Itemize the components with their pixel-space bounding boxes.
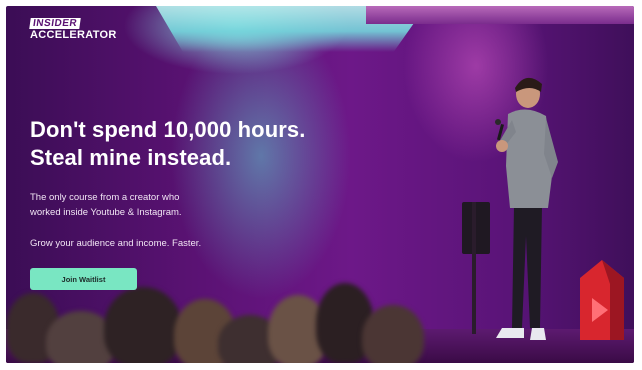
logo-line-accelerator: ACCELERATOR — [30, 29, 117, 41]
subtitle-line-2: worked inside Youtube & Instagram. — [30, 207, 182, 218]
hero-headline: Don't spend 10,000 hours. Steal mine ins… — [30, 116, 305, 172]
audience-crowd — [6, 281, 436, 363]
stage-ceiling-panel — [366, 6, 634, 24]
join-waitlist-button[interactable]: Join Waitlist — [30, 268, 137, 290]
youtube-play-icon — [580, 260, 624, 340]
presenter-image — [495, 77, 558, 340]
hero-tagline: Grow your audience and income. Faster. — [30, 238, 202, 249]
headline-line-2: Steal mine instead. — [30, 145, 232, 170]
hero-section: INSIDER ACCELERATOR Don't spend 10,000 h… — [6, 6, 634, 363]
subtitle-line-1: The only course from a creator who — [30, 192, 180, 203]
hero-subtitle: The only course from a creator who worke… — [30, 190, 240, 220]
brand-logo[interactable]: INSIDER ACCELERATOR — [29, 18, 117, 42]
speaker-stand — [472, 202, 476, 334]
headline-line-1: Don't spend 10,000 hours. — [30, 117, 306, 142]
logo-line-insider: INSIDER — [29, 18, 81, 29]
